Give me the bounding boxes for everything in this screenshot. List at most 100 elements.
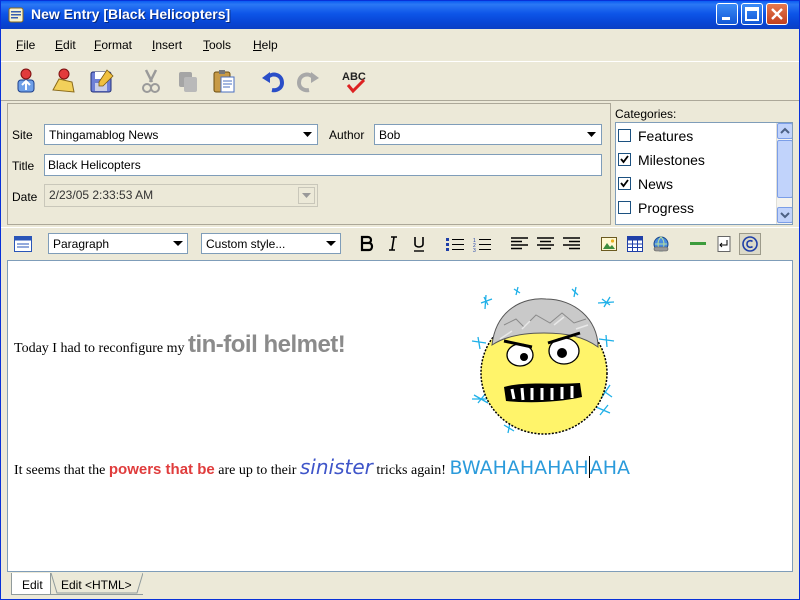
horizontal-rule-icon[interactable] (690, 241, 706, 247)
menu-file[interactable]: File (16, 38, 35, 52)
paste-icon[interactable] (209, 66, 239, 96)
line-break-icon[interactable] (715, 236, 731, 252)
menu-insert-label: nsert (155, 38, 183, 52)
save-icon[interactable] (86, 66, 116, 96)
menu-edit-mnemonic: E (55, 38, 64, 52)
menu-tools-label: ools (209, 38, 232, 52)
tab-edit-html[interactable]: Edit <HTML> (51, 573, 143, 595)
title-input[interactable] (48, 158, 588, 172)
menu-insert[interactable]: Insert (152, 38, 182, 52)
menu-edit-label: dit (63, 38, 76, 52)
numbered-list-icon[interactable]: 1 2 3 (473, 237, 491, 252)
chevron-down-icon (303, 132, 312, 137)
bold-button[interactable] (356, 233, 378, 255)
menu-edit[interactable]: Edit (55, 38, 76, 52)
custom-style-dropdown[interactable]: Custom style... (201, 233, 341, 254)
chevron-down-icon (587, 132, 596, 137)
chevron-up-icon (780, 127, 790, 134)
cut-icon (142, 69, 160, 93)
content-line-1: Today I had to reconfigure my tin-foil h… (14, 331, 346, 359)
line2-text-b: are up to their (214, 463, 300, 478)
maximize-icon (745, 7, 759, 21)
insert-table-icon[interactable] (627, 236, 643, 252)
align-left-icon[interactable] (511, 237, 528, 251)
spellcheck-icon[interactable]: ABC (340, 66, 370, 96)
paragraph-value: Paragraph (53, 237, 110, 251)
site-label: Site (12, 128, 33, 142)
menu-help-label: elp (261, 38, 278, 52)
underline-icon (414, 237, 424, 252)
custom-style-value: Custom style... (206, 237, 286, 251)
category-checkbox[interactable] (618, 153, 631, 166)
close-button[interactable] (766, 3, 788, 25)
undo-icon[interactable] (258, 66, 288, 96)
format-toolbar: Paragraph Custom style... 1 2 3 (1, 227, 799, 259)
italic-icon (389, 236, 397, 251)
content-line-2: It seems that the powers that be are up … (14, 455, 630, 479)
date-label: Date (12, 190, 38, 204)
redo-icon (296, 72, 319, 93)
tab-edit-html-label: Edit <HTML> (61, 578, 132, 592)
date-value: 2/23/05 2:33:53 AM (49, 188, 154, 202)
italic-button[interactable] (382, 233, 404, 255)
insert-link-icon[interactable] (652, 236, 670, 253)
insert-image-icon[interactable] (601, 236, 617, 252)
categories-list: Features Milestones News Progress (615, 122, 793, 225)
copy-icon (179, 72, 197, 92)
align-center-icon[interactable] (537, 237, 554, 251)
editor-mode-tabs: Edit Edit <HTML> (1, 573, 799, 599)
helmet-text: tin-foil helmet! (187, 331, 346, 358)
category-checkbox[interactable] (618, 177, 631, 190)
site-dropdown[interactable]: Thingamablog News (44, 124, 318, 145)
paragraph-style-dropdown[interactable]: Paragraph (48, 233, 188, 254)
maximize-button[interactable] (741, 3, 763, 25)
category-name: News (638, 176, 674, 192)
categories-scrollbar[interactable] (776, 123, 792, 224)
table-properties-icon[interactable] (14, 236, 32, 252)
scroll-thumb[interactable] (777, 140, 792, 198)
minimize-icon (722, 17, 730, 20)
site-value: Thingamablog News (49, 128, 159, 142)
category-progress[interactable]: Progress (618, 198, 776, 218)
category-name: Progress (638, 200, 695, 216)
menu-file-label: ile (23, 38, 36, 52)
line2-text-a: It seems that the (14, 463, 109, 478)
menu-format[interactable]: Format (94, 38, 132, 52)
category-checkbox[interactable] (618, 129, 631, 142)
menu-tools[interactable]: Tools (203, 38, 231, 52)
bulleted-list-icon[interactable] (446, 237, 464, 252)
menu-help[interactable]: Help (253, 38, 278, 52)
category-checkbox[interactable] (618, 201, 631, 214)
bwahaha-text-end: AHA (589, 457, 631, 479)
publish-icon[interactable] (11, 66, 41, 96)
underline-button[interactable] (408, 233, 430, 255)
line2-text-c: tricks again! (372, 463, 450, 478)
tab-edit[interactable]: Edit (11, 573, 51, 595)
entry-editor[interactable]: Today I had to reconfigure my tin-foil h… (7, 260, 793, 572)
bwahaha-text-start: BWAHAHAHAH (449, 457, 589, 479)
scroll-down-button[interactable] (777, 207, 792, 223)
checkmark-icon (620, 179, 629, 188)
powers-text: powers that be (108, 461, 215, 478)
category-milestones[interactable]: Milestones (618, 150, 776, 170)
bold-icon (360, 235, 374, 252)
special-character-icon[interactable] (739, 233, 761, 255)
title-field[interactable] (44, 154, 602, 176)
scroll-up-button[interactable] (777, 123, 792, 139)
category-news[interactable]: News (618, 174, 776, 194)
author-dropdown[interactable]: Bob (374, 124, 602, 145)
checkmark-icon (620, 155, 629, 164)
category-features[interactable]: Features (618, 126, 776, 146)
title-bar[interactable]: New Entry [Black Helicopters] (1, 1, 799, 29)
author-value: Bob (379, 128, 401, 142)
minimize-button[interactable] (716, 3, 738, 25)
line1-text: Today I had to reconfigure my (14, 341, 188, 356)
post-icon[interactable] (48, 66, 78, 96)
align-right-icon[interactable] (563, 237, 580, 251)
tinfoil-smiley-image[interactable] (464, 285, 622, 435)
category-name: Milestones (638, 152, 705, 168)
date-spinner[interactable]: 2/23/05 2:33:53 AM (44, 184, 318, 207)
chevron-down-icon (780, 212, 790, 219)
menu-format-label: ormat (101, 38, 133, 52)
close-icon (771, 8, 783, 20)
